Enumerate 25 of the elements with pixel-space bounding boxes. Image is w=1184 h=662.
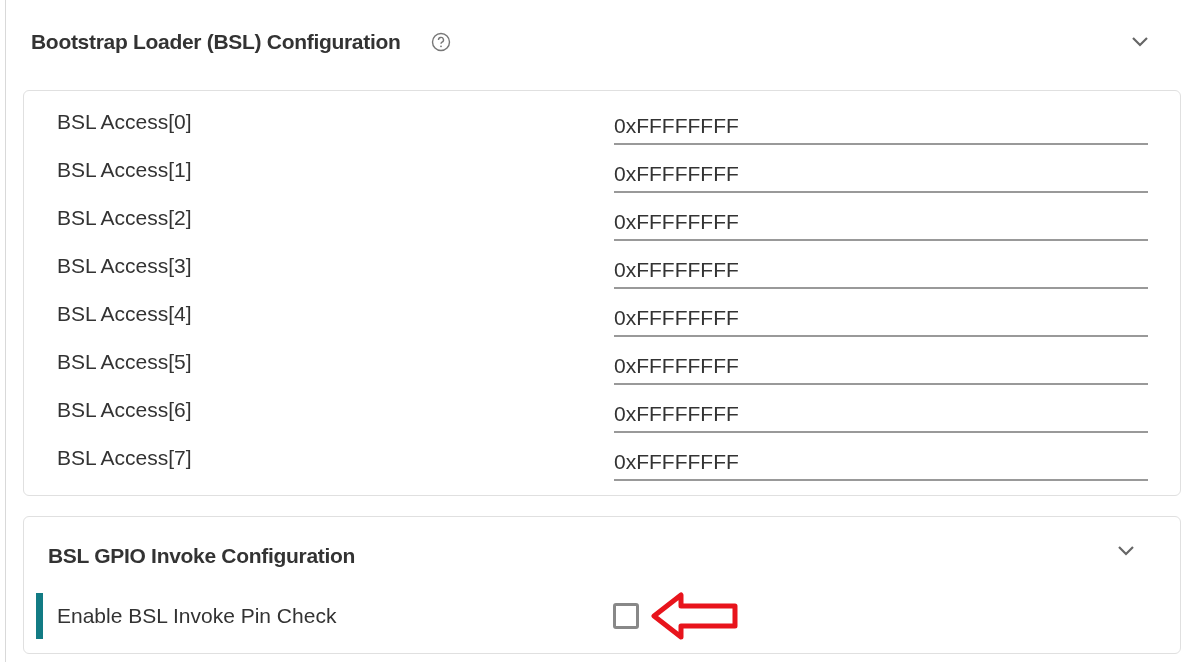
field-label: BSL Access[0] xyxy=(57,108,193,135)
field-label: BSL Access[6] xyxy=(57,396,193,423)
field-label: BSL Access[3] xyxy=(57,252,193,279)
input-field[interactable]: 0xFFFFFFFF xyxy=(614,109,1148,145)
field-label: BSL Access[5] xyxy=(57,348,193,375)
accent-bar xyxy=(36,593,43,639)
field-label: BSL Access[2] xyxy=(57,204,193,231)
checkbox[interactable] xyxy=(613,603,639,629)
input-field[interactable]: 0xFFFFFFFF xyxy=(614,301,1148,337)
field-label: BSL Access[4] xyxy=(57,300,193,327)
chevron-down-icon[interactable] xyxy=(1131,36,1149,48)
subsection-title: BSL GPIO Invoke Configuration xyxy=(48,543,356,570)
section-title: Bootstrap Loader (BSL) Configuration xyxy=(31,29,401,56)
input-field[interactable]: 0xFFFFFFFF xyxy=(614,157,1148,193)
input-field[interactable]: 0xFFFFFFFF xyxy=(614,349,1148,385)
arrow-icon xyxy=(651,592,739,640)
input-field[interactable]: 0xFFFFFFFF xyxy=(614,445,1148,481)
help-icon[interactable] xyxy=(430,32,451,52)
option-label: Enable BSL Invoke Pin Check xyxy=(56,603,338,630)
chevron-down-icon[interactable] xyxy=(1117,545,1135,557)
field-label: BSL Access[7] xyxy=(57,444,193,471)
input-field[interactable]: 0xFFFFFFFF xyxy=(614,253,1148,289)
input-field[interactable]: 0xFFFFFFFF xyxy=(614,397,1148,433)
input-field[interactable]: 0xFFFFFFFF xyxy=(614,205,1148,241)
field-label: BSL Access[1] xyxy=(57,156,193,183)
